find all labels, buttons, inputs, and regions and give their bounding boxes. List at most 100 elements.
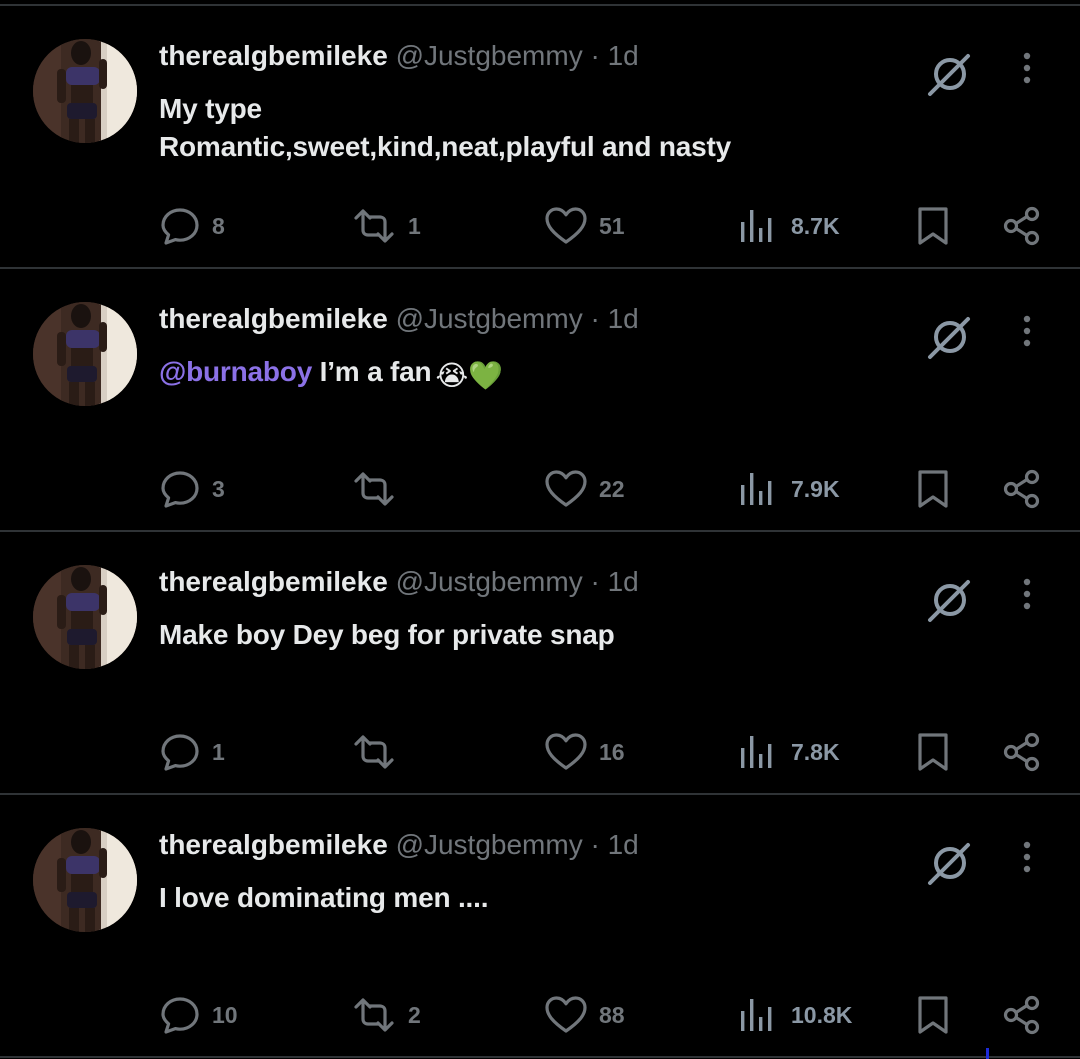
- user-handle[interactable]: @Justgbemmy: [396, 829, 583, 860]
- separator-dot: ·: [590, 829, 600, 860]
- tweet-header: therealgbemileke @Justgbemmy · 1d: [159, 302, 639, 336]
- bookmark-icon: [913, 730, 953, 774]
- tweet[interactable]: therealgbemileke @Justgbemmy · 1d My typ…: [0, 6, 1080, 269]
- tweet[interactable]: therealgbemileke @Justgbemmy · 1d I love…: [0, 795, 1080, 1058]
- tweet-header: therealgbemileke @Justgbemmy · 1d: [159, 39, 639, 73]
- timestamp[interactable]: 1d: [608, 829, 639, 860]
- bookmark-icon: [913, 993, 953, 1037]
- mention-link[interactable]: @burnaboy: [159, 356, 312, 387]
- retweet-count: 2: [408, 1001, 421, 1028]
- user-handle[interactable]: @Justgbemmy: [396, 303, 583, 334]
- heart-icon: [543, 993, 589, 1037]
- tweet-text-content: I’m a fan: [312, 356, 432, 387]
- tweet-header: therealgbemileke @Justgbemmy · 1d: [159, 828, 639, 862]
- tweet-header: therealgbemileke @Justgbemmy · 1d: [159, 565, 639, 599]
- bookmark-button[interactable]: [913, 461, 953, 517]
- reply-icon: [158, 204, 202, 248]
- avatar[interactable]: [33, 39, 137, 143]
- views-count: 7.8K: [791, 738, 840, 765]
- tweet-text: I love dominating men ....: [159, 879, 492, 917]
- user-handle[interactable]: @Justgbemmy: [396, 40, 583, 71]
- bookmark-icon: [913, 467, 953, 511]
- share-button[interactable]: [1000, 724, 1044, 780]
- more-vertical-icon[interactable]: [1012, 48, 1042, 88]
- timestamp[interactable]: 1d: [608, 566, 639, 597]
- user-handle[interactable]: @Justgbemmy: [396, 566, 583, 597]
- like-button[interactable]: 51: [543, 198, 625, 254]
- views-count: 10.8K: [791, 1001, 853, 1028]
- retweet-icon: [350, 730, 398, 774]
- tweet-actions: 10 2 88 10.8K: [0, 987, 1080, 1043]
- bookmark-icon: [913, 204, 953, 248]
- display-name[interactable]: therealgbemileke: [159, 303, 388, 334]
- tweet-text-content: My type Romantic,sweet,kind,neat,playful…: [159, 93, 731, 162]
- like-button[interactable]: 16: [543, 724, 625, 780]
- tweet-text: Make boy Dey beg for private snap: [159, 616, 619, 654]
- reply-icon: [158, 467, 202, 511]
- retweet-button[interactable]: 1: [350, 198, 421, 254]
- like-button[interactable]: 88: [543, 987, 625, 1043]
- reply-count: 10: [212, 1001, 238, 1028]
- share-icon: [1000, 204, 1044, 248]
- heart-icon: [543, 204, 589, 248]
- avatar[interactable]: [33, 302, 137, 406]
- avatar[interactable]: [33, 828, 137, 932]
- tweet-feed: therealgbemileke @Justgbemmy · 1d My typ…: [0, 6, 1080, 1058]
- views-button[interactable]: 7.9K: [737, 461, 840, 517]
- views-bar-chart-icon: [737, 730, 777, 774]
- like-count: 51: [599, 212, 625, 239]
- like-button[interactable]: 22: [543, 461, 625, 517]
- more-vertical-icon[interactable]: [1012, 311, 1042, 351]
- emoji: 😭💚: [435, 360, 503, 391]
- views-button[interactable]: 7.8K: [737, 724, 840, 780]
- bookmark-button[interactable]: [913, 198, 953, 254]
- timestamp[interactable]: 1d: [608, 40, 639, 71]
- more-vertical-icon[interactable]: [1012, 574, 1042, 614]
- retweet-button[interactable]: [350, 724, 408, 780]
- tweet[interactable]: therealgbemileke @Justgbemmy · 1d Make b…: [0, 532, 1080, 795]
- like-count: 88: [599, 1001, 625, 1028]
- tweet-actions: 1 16 7.8K: [0, 724, 1080, 780]
- reply-button[interactable]: 10: [158, 987, 238, 1043]
- grok-icon[interactable]: [922, 835, 978, 891]
- grok-icon[interactable]: [922, 309, 978, 365]
- bookmark-button[interactable]: [913, 987, 953, 1043]
- display-name[interactable]: therealgbemileke: [159, 566, 388, 597]
- share-button[interactable]: [1000, 461, 1044, 517]
- views-button[interactable]: 10.8K: [737, 987, 852, 1043]
- separator-dot: ·: [590, 566, 600, 597]
- views-bar-chart-icon: [737, 467, 777, 511]
- display-name[interactable]: therealgbemileke: [159, 40, 388, 71]
- display-name[interactable]: therealgbemileke: [159, 829, 388, 860]
- reply-icon: [158, 730, 202, 774]
- reply-count: 3: [212, 475, 225, 502]
- share-button[interactable]: [1000, 987, 1044, 1043]
- more-vertical-icon[interactable]: [1012, 837, 1042, 877]
- separator-dot: ·: [590, 303, 600, 334]
- avatar[interactable]: [33, 565, 137, 669]
- tweet-actions: 3 22 7.9K: [0, 461, 1080, 517]
- retweet-icon: [350, 204, 398, 248]
- heart-icon: [543, 730, 589, 774]
- share-icon: [1000, 730, 1044, 774]
- reply-button[interactable]: 1: [158, 724, 225, 780]
- scroll-indicator: [986, 1048, 989, 1059]
- share-button[interactable]: [1000, 198, 1044, 254]
- grok-icon[interactable]: [922, 572, 978, 628]
- views-button[interactable]: 8.7K: [737, 198, 840, 254]
- share-icon: [1000, 467, 1044, 511]
- views-count: 7.9K: [791, 475, 840, 502]
- bookmark-button[interactable]: [913, 724, 953, 780]
- share-icon: [1000, 993, 1044, 1037]
- reply-count: 1: [212, 738, 225, 765]
- views-count: 8.7K: [791, 212, 840, 239]
- retweet-button[interactable]: 2: [350, 987, 421, 1043]
- timestamp[interactable]: 1d: [608, 303, 639, 334]
- reply-button[interactable]: 3: [158, 461, 225, 517]
- tweet-actions: 8 1 51 8.7K: [0, 198, 1080, 254]
- reply-button[interactable]: 8: [158, 198, 225, 254]
- heart-icon: [543, 467, 589, 511]
- retweet-button[interactable]: [350, 461, 408, 517]
- grok-icon[interactable]: [922, 46, 978, 102]
- tweet[interactable]: therealgbemileke @Justgbemmy · 1d @burna…: [0, 269, 1080, 532]
